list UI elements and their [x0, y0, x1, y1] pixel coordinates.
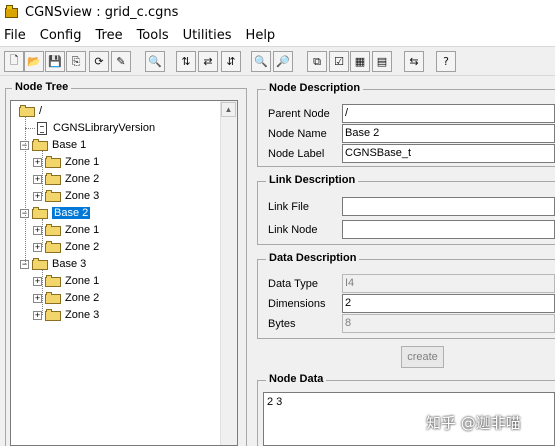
preview-icon[interactable]: 🔍: [145, 51, 165, 72]
folder-icon: [32, 139, 48, 151]
folder-icon: [45, 241, 61, 253]
folder-icon: [32, 207, 48, 219]
node-label-field[interactable]: CGNSBase_t: [342, 144, 555, 163]
open-folder-icon[interactable]: 📂: [24, 51, 44, 72]
folder-icon: [45, 292, 61, 304]
tree-connector: [42, 219, 43, 247]
data-type-field: I4: [342, 274, 555, 293]
refresh-file-icon[interactable]: ⟳: [89, 51, 109, 72]
properties-icon[interactable]: ✎: [111, 51, 131, 72]
expand-icon[interactable]: +: [33, 225, 42, 235]
tree-node-label[interactable]: Zone 2: [65, 292, 99, 304]
node-tree-title: Node Tree: [12, 81, 72, 93]
grid-view-icon[interactable]: ▦: [350, 51, 370, 72]
new-file-icon[interactable]: 🗋: [4, 51, 24, 72]
help-icon[interactable]: ?: [436, 51, 456, 72]
find-icon[interactable]: 🔍: [251, 51, 271, 72]
expand-icon[interactable]: +: [33, 276, 42, 286]
tree-node[interactable]: − Base 3: [20, 256, 86, 272]
expand-icon[interactable]: +: [33, 174, 42, 184]
folder-icon: [45, 190, 61, 202]
tree-node-label[interactable]: Zone 3: [65, 190, 99, 202]
watermark: 知乎 @迦非喵: [426, 414, 521, 432]
table-view-icon[interactable]: ▤: [372, 51, 392, 72]
check-icon[interactable]: ☑: [329, 51, 349, 72]
tree-connector: [25, 117, 26, 264]
node-name-label: Node Name: [268, 128, 327, 140]
folder-icon: [19, 105, 35, 117]
parent-node-field[interactable]: /: [342, 104, 555, 123]
link-node-field[interactable]: [342, 220, 555, 239]
menu-utilities[interactable]: Utilities: [183, 28, 232, 43]
link-file-field[interactable]: [342, 197, 555, 216]
tree-node-label[interactable]: Base 3: [52, 258, 86, 270]
expand-icon[interactable]: +: [33, 191, 42, 201]
expand-icon[interactable]: +: [33, 293, 42, 303]
bytes-field: 8: [342, 314, 555, 333]
data-description-title: Data Description: [266, 252, 360, 264]
link-file-label: Link File: [268, 201, 309, 213]
toolbar: 🗋 📂 💾 ⎘ ⟳ ✎ 🔍 ⇅ ⇄ ⇵ 🔍 🔎 ⧉ ☑ ▦ ▤ ⇆?: [0, 46, 555, 76]
menu-file[interactable]: File: [4, 28, 26, 43]
expand-icon[interactable]: +: [33, 242, 42, 252]
app-folder-icon: [5, 5, 19, 19]
data-type-label: Data Type: [268, 278, 318, 290]
tree-node-label[interactable]: Zone 2: [65, 241, 99, 253]
parent-node-label: Parent Node: [268, 108, 330, 120]
tree-node-label[interactable]: CGNSLibraryVersion: [53, 122, 155, 134]
sort-icon[interactable]: ⇅: [176, 51, 196, 72]
copy-node-icon[interactable]: ⧉: [307, 51, 327, 72]
expand-icon[interactable]: +: [33, 310, 42, 320]
convert-icon[interactable]: ⇆: [404, 51, 424, 72]
tree-node-label[interactable]: /: [39, 105, 42, 117]
menu-tools[interactable]: Tools: [137, 28, 169, 43]
menu-config[interactable]: Config: [40, 28, 82, 43]
link-node-label: Link Node: [268, 224, 318, 236]
menu-bar: File Config Tree Tools Utilities Help: [0, 24, 555, 46]
folder-icon: [45, 173, 61, 185]
tree-connector: [42, 151, 43, 196]
dimensions-label: Dimensions: [268, 298, 326, 310]
tree-node-label[interactable]: Zone 1: [65, 156, 99, 168]
node-data-title: Node Data: [266, 373, 327, 385]
tree-connector: [42, 270, 43, 315]
tree-node-label[interactable]: Zone 3: [65, 309, 99, 321]
find-next-icon[interactable]: 🔎: [273, 51, 293, 72]
copy-file-icon[interactable]: ⎘: [66, 51, 86, 72]
expand-icon[interactable]: +: [33, 157, 42, 167]
scroll-up-arrow-icon[interactable]: ▲: [221, 102, 236, 117]
tree-node[interactable]: CGNSLibraryVersion: [37, 120, 155, 136]
node-name-field[interactable]: Base 2: [342, 124, 555, 143]
folder-icon: [45, 309, 61, 321]
tree-node[interactable]: − Base 2: [20, 205, 91, 221]
node-tree[interactable]: ▲ / CGNSLibraryVersion − Base 1 + Zone 1 + Zone…: [10, 100, 238, 446]
tree-node[interactable]: /: [19, 103, 42, 119]
bytes-label: Bytes: [268, 318, 296, 330]
menu-help[interactable]: Help: [246, 28, 276, 43]
save-icon[interactable]: 💾: [45, 51, 65, 72]
tree-connector: [25, 128, 35, 129]
node-label-label: Node Label: [268, 148, 325, 160]
folder-icon: [45, 156, 61, 168]
folder-icon: [45, 275, 61, 287]
tree-node-label[interactable]: Zone 1: [65, 224, 99, 236]
menu-tree[interactable]: Tree: [95, 28, 122, 43]
tree-node[interactable]: − Base 1: [20, 137, 86, 153]
node-description-title: Node Description: [266, 82, 364, 94]
link-description-title: Link Description: [266, 174, 359, 186]
dimensions-field[interactable]: 2: [342, 294, 555, 313]
tree-node-label[interactable]: Base 1: [52, 139, 86, 151]
window-title: CGNSview : grid_c.cgns: [25, 4, 179, 20]
title-bar: CGNSview : grid_c.cgns: [0, 0, 555, 24]
create-button[interactable]: create: [401, 346, 444, 368]
arrange-icon[interactable]: ⇵: [221, 51, 241, 72]
document-icon: [37, 121, 47, 135]
tree-node-label[interactable]: Base 2: [52, 207, 91, 219]
tree-scrollbar[interactable]: ▲: [220, 101, 237, 445]
sort-alt-icon[interactable]: ⇄: [198, 51, 218, 72]
tree-node-label[interactable]: Zone 2: [65, 173, 99, 185]
folder-icon: [45, 224, 61, 236]
folder-icon: [32, 258, 48, 270]
tree-node-label[interactable]: Zone 1: [65, 275, 99, 287]
